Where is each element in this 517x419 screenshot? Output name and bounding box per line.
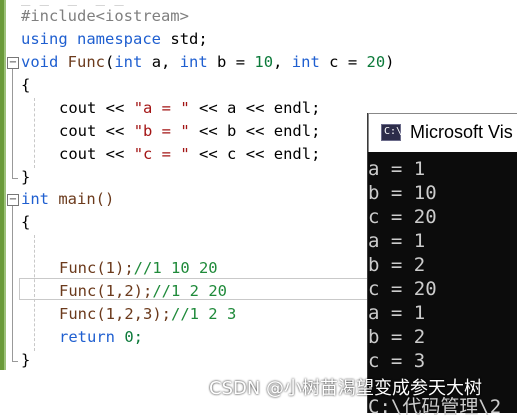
cout-c: cout	[59, 145, 97, 163]
code-line-func-signature[interactable]: void Func(int a, int b = 10, int c = 20)	[21, 51, 395, 74]
endl-c: endl;	[273, 145, 321, 163]
equals-c: =	[347, 53, 358, 71]
call3-comment: //1 2 3	[170, 305, 237, 323]
console-app-icon: C:\	[381, 124, 403, 141]
code-line-cout-c[interactable]: cout << "c = " << c << endl;	[59, 143, 320, 166]
using-keyword: using	[21, 30, 68, 48]
call2-text: Func(1,2);	[59, 282, 153, 300]
code-line-main-open-brace: {	[21, 211, 30, 234]
code-line-return[interactable]: return 0;	[59, 326, 143, 349]
shl-a3: <<	[245, 99, 265, 117]
int-keyword-a: int	[114, 53, 143, 71]
console-titlebar[interactable]: C:\ Microsoft Vis	[368, 113, 517, 152]
shl-a1: <<	[105, 99, 125, 117]
console-output-line: c = 20	[368, 206, 437, 228]
call2-comment: //1 2 20	[152, 282, 227, 300]
console-output-line: a = 1	[368, 230, 426, 252]
shl-c3: <<	[245, 145, 265, 163]
int-keyword-c: int	[291, 53, 320, 71]
console-output-line: a = 1	[368, 302, 426, 324]
endl-a: endl;	[273, 99, 321, 117]
cout-a: cout	[59, 99, 97, 117]
var-c: c	[227, 145, 237, 163]
include-directive: #include	[21, 7, 96, 25]
main-fold-end	[12, 361, 18, 362]
code-line-call2[interactable]: Func(1,2);//1 2 20	[59, 280, 227, 303]
main-int-keyword: int	[21, 190, 49, 208]
shl-b1: <<	[105, 122, 125, 140]
default-b-value: 10	[254, 53, 274, 71]
close-paren: )	[385, 53, 395, 71]
code-line-cout-b[interactable]: cout << "b = " << b << endl;	[59, 120, 320, 143]
param-a: a,	[151, 53, 171, 71]
collapse-func-icon[interactable]: −	[7, 57, 19, 69]
code-line-main-signature[interactable]: int main()	[21, 188, 114, 211]
shl-b3: <<	[245, 122, 265, 140]
func-name: Func	[67, 53, 105, 71]
include-library: <iostream>	[95, 7, 189, 25]
main-close-brace: }	[21, 351, 31, 369]
open-brace: {	[21, 76, 31, 94]
code-line-func-open-brace: {	[21, 74, 30, 97]
console-output-line: a = 1	[368, 158, 426, 180]
console-output-line: b = 2	[368, 326, 426, 348]
return-value: 0;	[124, 328, 144, 346]
shl-a2: <<	[199, 99, 218, 117]
shl-c1: <<	[105, 145, 125, 163]
main-fold-line	[12, 206, 13, 361]
close-brace: }	[21, 168, 31, 186]
main-name: main()	[58, 190, 115, 208]
shl-c2: <<	[199, 145, 218, 163]
console-output-line: b = 10	[368, 182, 437, 204]
int-keyword-b: int	[179, 53, 208, 71]
param-b: b	[217, 53, 227, 71]
var-b: b	[227, 122, 237, 140]
debug-console-window[interactable]: C:\ Microsoft Vis a = 1 b = 10 c = 20 a …	[367, 113, 517, 418]
comma-b: ,	[273, 53, 283, 71]
void-keyword: void	[21, 53, 59, 71]
code-line-func-close-brace: }	[21, 166, 30, 189]
func-indent-guide	[34, 98, 35, 168]
string-c: "c = "	[133, 145, 190, 163]
csdn-watermark: CSDN @小树苗渴望变成参天大树	[209, 378, 483, 399]
console-icon-text: C:\	[384, 126, 403, 137]
code-line-include[interactable]: #include<iostream>	[21, 5, 189, 28]
call1-text: Func(1);	[59, 259, 134, 277]
std-text: std;	[170, 30, 208, 48]
var-a: a	[227, 99, 237, 117]
func-fold-line	[12, 69, 13, 178]
equals-b: =	[235, 53, 246, 71]
console-output-line: b = 2	[368, 254, 426, 276]
collapse-main-icon[interactable]: −	[7, 194, 19, 206]
code-line-cout-a[interactable]: cout << "a = " << a << endl;	[59, 97, 320, 120]
console-title: Microsoft Vis	[410, 122, 513, 142]
endl-b: endl;	[273, 122, 321, 140]
console-output-line: c = 3	[368, 350, 426, 372]
code-line-call3[interactable]: Func(1,2,3);//1 2 3	[59, 303, 236, 326]
func-fold-end	[12, 178, 18, 179]
code-line-call1[interactable]: Func(1);//1 10 20	[59, 257, 218, 280]
return-keyword: return	[59, 328, 115, 346]
main-open-brace: {	[21, 213, 31, 231]
call3-text: Func(1,2,3);	[59, 305, 171, 323]
code-line-main-close-brace: }	[21, 349, 30, 372]
string-a: "a = "	[133, 99, 190, 117]
open-paren: (	[105, 53, 115, 71]
cout-b: cout	[59, 122, 97, 140]
call1-comment: //1 10 20	[133, 259, 218, 277]
default-c-value: 20	[366, 53, 386, 71]
param-c: c	[329, 53, 339, 71]
namespace-keyword: namespace	[77, 30, 162, 48]
string-b: "b = "	[133, 122, 190, 140]
change-tracking-bar-light	[4, 0, 6, 370]
shl-b2: <<	[199, 122, 218, 140]
console-output-line: c = 20	[368, 278, 437, 300]
code-line-using[interactable]: using namespace std;	[21, 28, 208, 51]
